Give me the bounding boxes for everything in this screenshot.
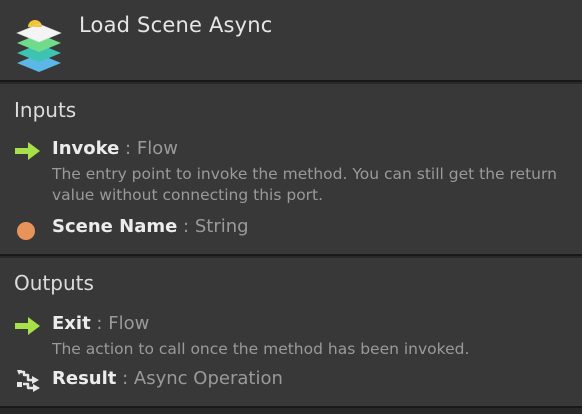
input-port-scene-name: Scene Name : String <box>0 216 582 246</box>
port-label-line: Result : Async Operation <box>52 368 283 389</box>
string-dot-icon <box>17 222 35 240</box>
port-label-line: Invoke : Flow <box>52 138 178 159</box>
node-title: Load Scene Async <box>79 13 273 37</box>
port-label-line: Scene Name : String <box>52 216 249 237</box>
port-type: String <box>194 216 249 237</box>
node-header: Load Scene Async <box>0 0 582 82</box>
layers-stack-icon <box>16 20 62 72</box>
port-type: Async Operation <box>133 368 283 389</box>
port-label-line: Exit : Flow <box>52 313 149 334</box>
port-type: Flow <box>108 313 150 334</box>
port-separator: : <box>183 216 190 237</box>
port-description: The action to call once the method has b… <box>52 340 470 358</box>
input-port-invoke: Invoke : Flow The entry point to invoke … <box>0 138 582 208</box>
port-name: Result <box>52 368 117 389</box>
inputs-section: Inputs Invoke : Flow The entry point to … <box>0 84 582 256</box>
port-separator: : <box>96 313 103 334</box>
node-inspector-panel: Load Scene Async Inputs Invoke : Flow Th… <box>0 0 582 414</box>
outputs-section-title: Outputs <box>14 271 94 295</box>
flow-arrow-icon <box>15 317 40 335</box>
outputs-section: Outputs Exit : Flow The action to call o… <box>0 258 582 408</box>
inputs-section-title: Inputs <box>14 98 77 122</box>
port-name: Invoke <box>52 138 120 159</box>
output-port-exit: Exit : Flow The action to call once the … <box>0 313 582 359</box>
port-separator: : <box>125 138 132 159</box>
port-description: The entry point to invoke the method. Yo… <box>52 165 557 204</box>
port-type: Flow <box>136 138 178 159</box>
output-port-result: Result : Async Operation <box>0 368 582 398</box>
port-name: Exit <box>52 313 91 334</box>
port-name: Scene Name <box>52 216 178 237</box>
flow-arrow-icon <box>15 142 40 160</box>
async-operation-icon <box>17 370 40 392</box>
port-separator: : <box>122 368 129 389</box>
